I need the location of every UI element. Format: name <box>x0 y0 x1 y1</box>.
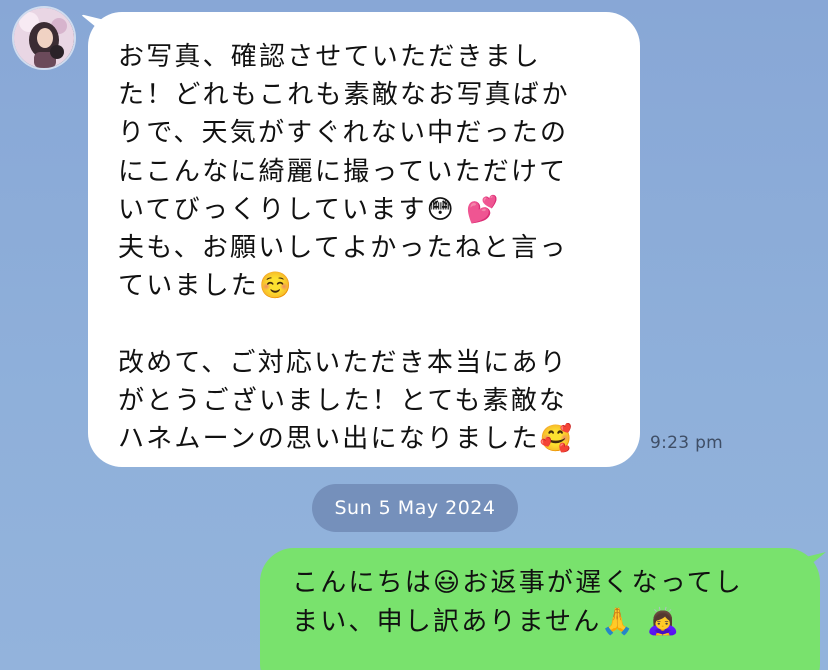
outgoing-line: まい、申し訳ありません🙏 🙇‍♀️ <box>292 606 682 637</box>
incoming-line: いてびっくりしています😳 💕 <box>118 194 501 225</box>
incoming-line: りで、天気がすぐれない中だったの <box>118 118 569 149</box>
message-timestamp: 9:23 pm <box>650 433 724 453</box>
incoming-message-text: お写真、確認させていただきまし た！どれもこれも素敵なお写真ばか りで、天気がす… <box>118 38 620 458</box>
incoming-line: がとうございました！とても素敵な <box>118 385 568 416</box>
incoming-line: にこんなに綺麗に撮っていただけて <box>118 156 568 187</box>
incoming-line: た！どれもこれも素敵なお写真ばか <box>118 80 570 111</box>
outgoing-line: こんにちは😃お返事が遅くなってし <box>292 568 744 598</box>
user-avatar[interactable] <box>14 8 74 68</box>
chat-background: お写真、確認させていただきまし た！どれもこれも素敵なお写真ばか りで、天気がす… <box>0 0 828 670</box>
incoming-line: ハネムーンの思い出になりました🥰 <box>118 424 575 455</box>
incoming-message-bubble[interactable]: お写真、確認させていただきまし た！どれもこれも素敵なお写真ばか りで、天気がす… <box>88 12 640 467</box>
incoming-line: ていました☺️ <box>118 271 294 302</box>
outgoing-message-bubble[interactable]: こんにちは😃お返事が遅くなってし まい、申し訳ありません🙏 🙇‍♀️ <box>260 548 820 670</box>
outgoing-message-text: こんにちは😃お返事が遅くなってし まい、申し訳ありません🙏 🙇‍♀️ <box>292 564 800 641</box>
incoming-line: お写真、確認させていただきまし <box>118 42 542 72</box>
date-separator: Sun 5 May 2024 <box>312 484 518 532</box>
incoming-line: 改めて、ご対応いただき本当にあり <box>118 347 568 378</box>
avatar-icon <box>14 8 74 68</box>
incoming-line: 夫も、お願いしてよかったねと言っ <box>118 233 568 264</box>
